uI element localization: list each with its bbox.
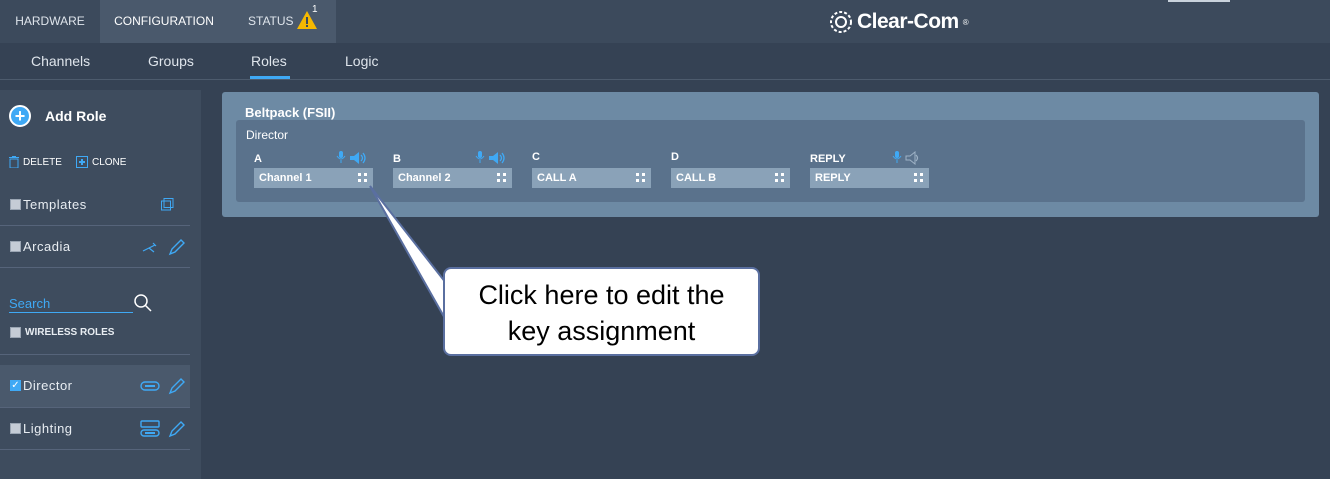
callout-pointer (369, 185, 448, 323)
callout-line-1: Click here to edit the (478, 280, 725, 310)
callout-line-2: key assignment (507, 316, 696, 346)
callout-tooltip: Click here to edit the key assignment (443, 267, 760, 356)
